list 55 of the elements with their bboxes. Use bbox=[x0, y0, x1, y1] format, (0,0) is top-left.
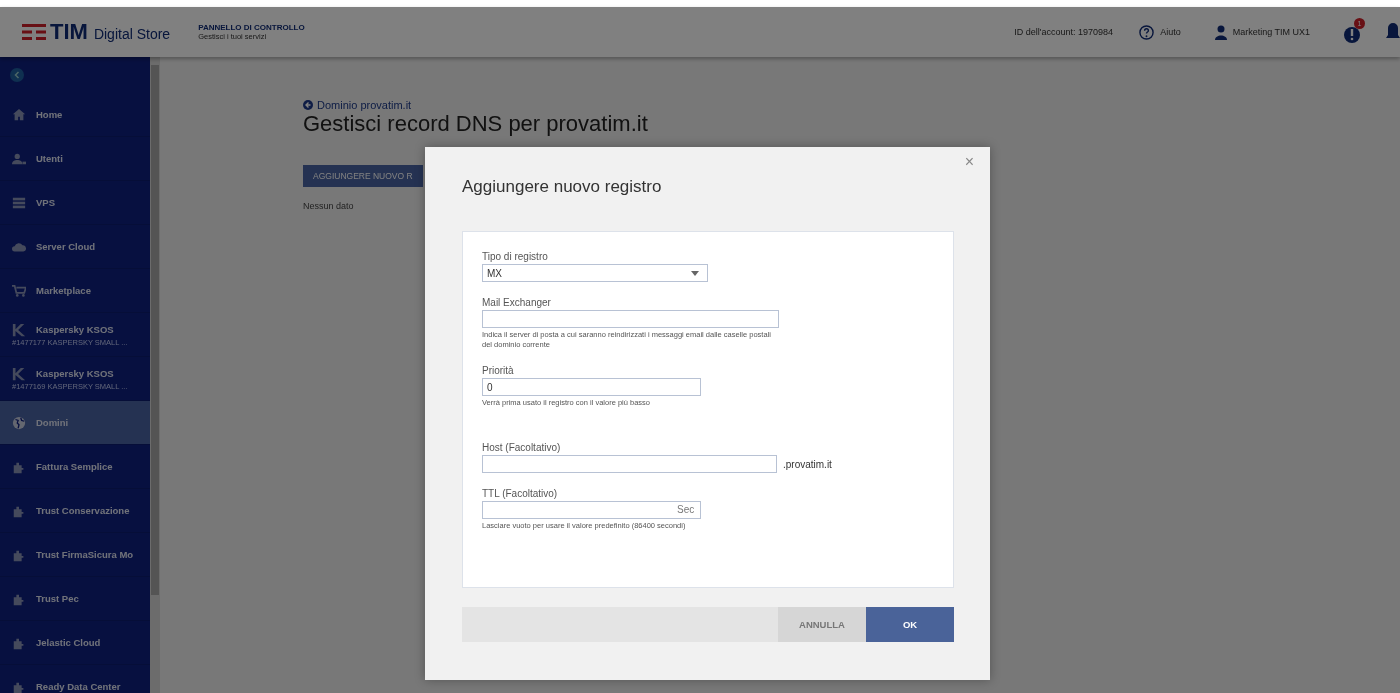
k-letter-icon bbox=[12, 322, 26, 337]
user-menu[interactable]: Marketing TIM UX1 bbox=[1232, 27, 1310, 37]
ok-button[interactable]: OK bbox=[866, 607, 954, 642]
sidebar-item-label: Ready Data Center bbox=[36, 681, 121, 692]
scrollbar[interactable] bbox=[150, 57, 160, 693]
dialog-title: Aggiungere nuovo registro bbox=[462, 176, 663, 198]
close-button[interactable]: × bbox=[960, 153, 978, 171]
collapse-icon[interactable] bbox=[10, 68, 24, 82]
server-icon bbox=[12, 195, 26, 210]
add-record-button[interactable]: AGGIUNGERE NUOVO R bbox=[303, 165, 423, 187]
logo-text[interactable]: TIM bbox=[50, 19, 88, 45]
sidebar-item-label: Marketplace bbox=[36, 285, 91, 296]
field-label: Priorità bbox=[482, 365, 515, 376]
empty-message: Nessun dato bbox=[303, 201, 355, 211]
input-field[interactable] bbox=[482, 310, 779, 328]
unit-label: Sec bbox=[677, 504, 695, 515]
sidebar-item-label: Server Cloud bbox=[36, 241, 96, 252]
sidebar-item-label: Utenti bbox=[36, 153, 63, 164]
users-icon bbox=[12, 151, 26, 166]
caret-icon bbox=[691, 270, 699, 276]
sidebar-item-label: Fattura Semplice bbox=[36, 461, 113, 472]
sidebar-item-label: VPS bbox=[36, 197, 55, 208]
help-link[interactable]: Aiuto bbox=[1160, 27, 1181, 37]
field-label: Mail Exchanger bbox=[482, 297, 552, 308]
help-icon[interactable] bbox=[1139, 24, 1155, 40]
field-label: Tipo di registro bbox=[482, 251, 549, 262]
sidebar-item[interactable]: Domini bbox=[0, 401, 150, 445]
domain-suffix: .provatim.it bbox=[783, 458, 832, 470]
sidebar-item-label: Jelastic Cloud bbox=[36, 637, 101, 648]
panel-title: PANNELLO DI CONTROLLO bbox=[198, 23, 305, 32]
sidebar-item-label: Kaspersky KSOS bbox=[36, 368, 114, 379]
k-letter-icon bbox=[12, 366, 26, 381]
input-field[interactable] bbox=[482, 501, 701, 519]
tim-logo-icon bbox=[22, 24, 46, 40]
field-label: TTL (Facoltativo) bbox=[482, 488, 559, 499]
globe-icon bbox=[12, 415, 26, 430]
back-link[interactable]: Dominio provatim.it bbox=[317, 99, 412, 111]
account-id: ID dell'account: 1970984 bbox=[1014, 27, 1114, 37]
logo-subtitle: Digital Store bbox=[93, 26, 171, 42]
house-icon bbox=[12, 107, 26, 122]
page-title: Gestisci record DNS per provatim.it bbox=[303, 111, 649, 137]
sidebar-item-label: Home bbox=[36, 109, 63, 120]
sidebar-item-label: Trust Pec bbox=[36, 593, 79, 604]
sidebar-item-label: Kaspersky KSOS bbox=[36, 324, 114, 335]
back-arrow-icon[interactable] bbox=[303, 100, 313, 110]
cart-icon bbox=[12, 283, 26, 298]
input-field[interactable] bbox=[482, 455, 777, 473]
sidebar-item-label: Trust FirmaSicura Mo bbox=[36, 549, 134, 560]
input-field[interactable]: 0 bbox=[482, 378, 701, 396]
user-icon bbox=[1214, 24, 1227, 40]
cancel-button[interactable]: ANNULLA bbox=[778, 607, 866, 642]
sidebar-item-label: Trust Conservazione bbox=[36, 505, 130, 516]
field-label: Host (Facoltativo) bbox=[482, 442, 562, 453]
record-type-dropdown[interactable]: MX bbox=[482, 264, 708, 282]
sidebar-item-label: Domini bbox=[36, 417, 69, 428]
